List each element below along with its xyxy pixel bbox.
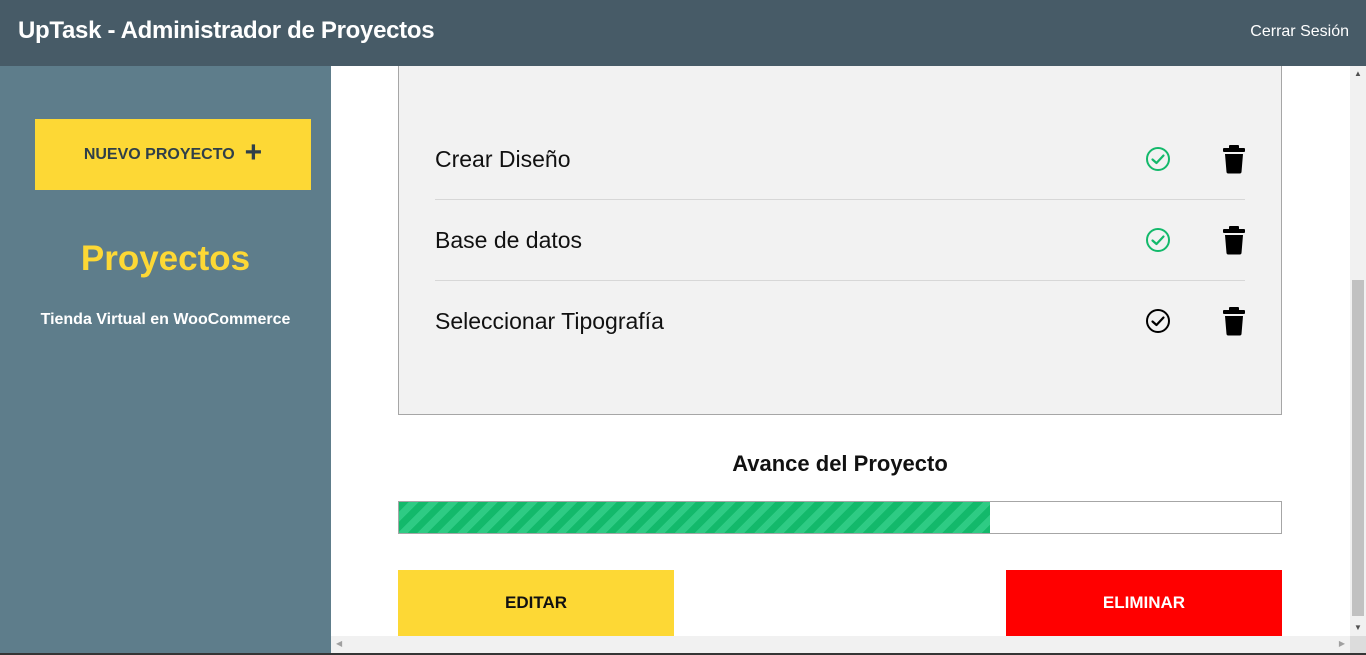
task-name: Seleccionar Tipografía [435, 308, 664, 334]
progress-title: Avance del Proyecto [732, 451, 948, 476]
trash-icon[interactable] [1222, 144, 1246, 174]
edit-button[interactable]: EDITAR [398, 570, 674, 636]
scroll-right-icon[interactable]: ▶ [1339, 639, 1345, 648]
new-project-button[interactable]: NUEVO PROYECTO + [35, 119, 311, 190]
logout-link[interactable]: Cerrar Sesión [1250, 23, 1349, 41]
progress-fill [399, 502, 990, 533]
trash-icon[interactable] [1222, 306, 1246, 336]
task-name: Crear Diseño [435, 145, 571, 172]
task-row: Crear Diseño [435, 119, 1245, 200]
task-row: Seleccionar Tipografía [435, 281, 1245, 362]
task-name: Base de datos [435, 226, 583, 253]
check-circle-icon[interactable] [1145, 308, 1171, 334]
task-list: Crear Diseño Base de datos Seleccionar T… [398, 66, 1282, 415]
vertical-scrollbar[interactable]: ▲ ▼ [1350, 66, 1366, 636]
scrollbar-corner [1350, 636, 1366, 653]
main-content: Crear Diseño Base de datos Seleccionar T… [331, 66, 1350, 636]
scroll-down-icon[interactable]: ▼ [1354, 623, 1362, 632]
projects-heading: Proyectos [80, 239, 251, 278]
progress-bar [398, 501, 1282, 534]
app-title: UpTask - Administrador de Proyectos [18, 17, 435, 44]
horizontal-scrollbar[interactable]: ◀ ▶ [331, 636, 1350, 653]
sidebar: NUEVO PROYECTO + Proyectos Tienda Virtua… [0, 66, 331, 655]
scroll-up-icon[interactable]: ▲ [1354, 69, 1362, 78]
check-circle-icon[interactable] [1145, 146, 1171, 172]
sidebar-item-project[interactable]: Tienda Virtual en WooCommerce [0, 311, 331, 329]
task-row: Base de datos [435, 200, 1245, 281]
scrollbar-thumb[interactable] [1352, 280, 1364, 616]
delete-button[interactable]: ELIMINAR [1006, 570, 1282, 636]
new-project-label: NUEVO PROYECTO [83, 145, 235, 163]
plus-icon: + [244, 136, 263, 169]
trash-icon[interactable] [1222, 225, 1246, 255]
top-bar: UpTask - Administrador de Proyectos Cerr… [0, 0, 1366, 66]
scroll-left-icon[interactable]: ◀ [336, 639, 342, 648]
check-circle-icon[interactable] [1145, 227, 1171, 253]
